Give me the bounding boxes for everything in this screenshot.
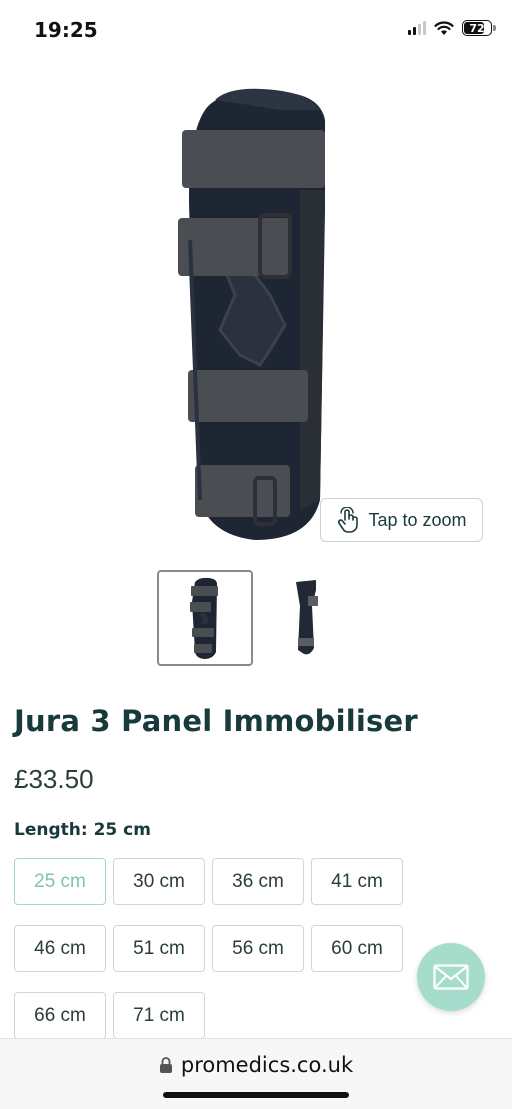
battery-icon: 72 [462, 20, 496, 36]
size-option-30[interactable]: 30 cm [113, 858, 205, 905]
size-option-56[interactable]: 56 cm [212, 925, 304, 972]
size-option-51[interactable]: 51 cm [113, 925, 205, 972]
tap-hand-icon [338, 507, 359, 533]
url-content: promedics.co.uk [0, 1053, 512, 1077]
home-indicator [163, 1092, 349, 1098]
size-option-25[interactable]: 25 cm [14, 858, 106, 905]
status-icons: 72 [408, 20, 496, 36]
thumbnail-side-image [296, 580, 318, 655]
browser-url-bar[interactable]: promedics.co.uk [0, 1038, 512, 1109]
size-option-71[interactable]: 71 cm [113, 992, 205, 1039]
size-option-66[interactable]: 66 cm [14, 992, 106, 1039]
size-option-41[interactable]: 41 cm [311, 858, 403, 905]
length-option-label: Length: 25 cm [14, 820, 151, 840]
size-option-36[interactable]: 36 cm [212, 858, 304, 905]
signal-icon [408, 21, 426, 35]
zoom-label: Tap to zoom [368, 509, 467, 530]
lock-icon [159, 1057, 172, 1073]
wifi-icon [434, 20, 454, 35]
product-price: £33.50 [14, 764, 94, 794]
url-text: promedics.co.uk [180, 1053, 354, 1077]
battery-level: 72 [469, 21, 485, 35]
product-title: Jura 3 Panel Immobiliser [14, 704, 418, 738]
tap-to-zoom-button[interactable]: Tap to zoom [320, 498, 483, 542]
thumbnail-side[interactable] [258, 570, 354, 666]
thumbnail-front[interactable] [157, 570, 253, 666]
product-image[interactable] [160, 80, 360, 550]
size-option-60[interactable]: 60 cm [311, 925, 403, 972]
thumbnail-front-image [190, 577, 218, 659]
status-bar: 19:25 72 [0, 0, 512, 62]
size-options: 25 cm 30 cm 36 cm 41 cm 46 cm 51 cm 56 c… [14, 858, 414, 1039]
status-time: 19:25 [34, 18, 98, 42]
contact-mail-button[interactable] [417, 943, 485, 1011]
size-option-46[interactable]: 46 cm [14, 925, 106, 972]
envelope-icon [433, 964, 469, 990]
